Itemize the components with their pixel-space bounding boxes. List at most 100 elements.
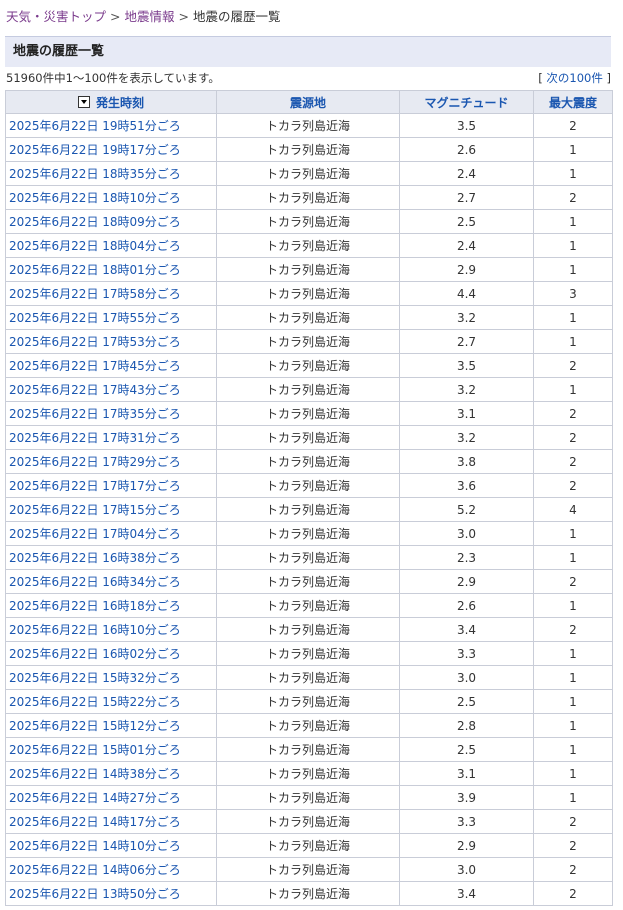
table-row: 2025年6月22日 17時58分ごろ トカラ列島近海 4.4 3 [5,281,613,306]
cell-magnitude: 2.6 [399,137,534,162]
table-row: 2025年6月22日 13時50分ごろ トカラ列島近海 3.4 2 [5,881,613,906]
earthquake-time-link[interactable]: 2025年6月22日 17時35分ごろ [9,407,181,421]
table-row: 2025年6月22日 17時55分ごろ トカラ列島近海 3.2 1 [5,305,613,330]
earthquake-time-link[interactable]: 2025年6月22日 17時45分ごろ [9,359,181,373]
earthquake-time-link[interactable]: 2025年6月22日 14時06分ごろ [9,863,181,877]
column-header-epicenter[interactable]: 震源地 [216,90,400,114]
sort-down-icon[interactable] [77,95,90,108]
cell-time: 2025年6月22日 18時35分ごろ [5,161,217,186]
cell-epicenter: トカラ列島近海 [216,785,400,810]
cell-intensity: 1 [533,593,613,618]
cell-epicenter: トカラ列島近海 [216,665,400,690]
cell-magnitude: 2.7 [399,329,534,354]
earthquake-time-link[interactable]: 2025年6月22日 18時35分ごろ [9,167,181,181]
cell-intensity: 1 [533,377,613,402]
cell-magnitude: 3.9 [399,785,534,810]
cell-intensity: 1 [533,737,613,762]
earthquake-time-link[interactable]: 2025年6月22日 14時38分ごろ [9,767,181,781]
cell-intensity: 1 [533,233,613,258]
cell-magnitude: 3.4 [399,617,534,642]
cell-epicenter: トカラ列島近海 [216,425,400,450]
earthquake-time-link[interactable]: 2025年6月22日 17時29分ごろ [9,455,181,469]
breadcrumb-current: 地震の履歴一覧 [193,9,281,24]
next-page-link[interactable]: 次の100件 [546,71,602,85]
cell-epicenter: トカラ列島近海 [216,377,400,402]
cell-epicenter: トカラ列島近海 [216,449,400,474]
earthquake-time-link[interactable]: 2025年6月22日 15時22分ごろ [9,695,181,709]
cell-time: 2025年6月22日 17時58分ごろ [5,281,217,306]
earthquake-time-link[interactable]: 2025年6月22日 15時01分ごろ [9,743,181,757]
cell-epicenter: トカラ列島近海 [216,809,400,834]
table-row: 2025年6月22日 17時04分ごろ トカラ列島近海 3.0 1 [5,521,613,546]
earthquake-time-link[interactable]: 2025年6月22日 14時17分ごろ [9,815,181,829]
earthquake-time-link[interactable]: 2025年6月22日 14時10分ごろ [9,839,181,853]
cell-epicenter: トカラ列島近海 [216,353,400,378]
cell-time: 2025年6月22日 15時12分ごろ [5,713,217,738]
earthquake-time-link[interactable]: 2025年6月22日 17時58分ごろ [9,287,181,301]
table-row: 2025年6月22日 16時38分ごろ トカラ列島近海 2.3 1 [5,545,613,570]
earthquake-time-link[interactable]: 2025年6月22日 18時04分ごろ [9,239,181,253]
cell-intensity: 1 [533,665,613,690]
cell-magnitude: 3.0 [399,857,534,882]
earthquake-time-link[interactable]: 2025年6月22日 17時55分ごろ [9,311,181,325]
earthquake-time-link[interactable]: 2025年6月22日 17時17分ごろ [9,479,181,493]
cell-epicenter: トカラ列島近海 [216,593,400,618]
cell-time: 2025年6月22日 17時15分ごろ [5,497,217,522]
cell-intensity: 2 [533,425,613,450]
cell-time: 2025年6月22日 16時38分ごろ [5,545,217,570]
cell-time: 2025年6月22日 17時17分ごろ [5,473,217,498]
column-header-time-label: 発生時刻 [95,95,144,110]
earthquake-time-link[interactable]: 2025年6月22日 17時31分ごろ [9,431,181,445]
cell-time: 2025年6月22日 14時06分ごろ [5,857,217,882]
earthquake-time-link[interactable]: 2025年6月22日 16時02分ごろ [9,647,181,661]
table-row: 2025年6月22日 14時06分ごろ トカラ列島近海 3.0 2 [5,857,613,882]
table-row: 2025年6月22日 17時35分ごろ トカラ列島近海 3.1 2 [5,401,613,426]
earthquake-time-link[interactable]: 2025年6月22日 15時12分ごろ [9,719,181,733]
table-row: 2025年6月22日 19時51分ごろ トカラ列島近海 3.5 2 [5,113,613,138]
table-row: 2025年6月22日 16時34分ごろ トカラ列島近海 2.9 2 [5,569,613,594]
column-header-time[interactable]: 発生時刻 [5,90,217,114]
cell-time: 2025年6月22日 17時55分ごろ [5,305,217,330]
earthquake-time-link[interactable]: 2025年6月22日 15時32分ごろ [9,671,181,685]
earthquake-time-link[interactable]: 2025年6月22日 17時43分ごろ [9,383,181,397]
earthquake-time-link[interactable]: 2025年6月22日 14時27分ごろ [9,791,181,805]
table-row: 2025年6月22日 14時27分ごろ トカラ列島近海 3.9 1 [5,785,613,810]
earthquake-time-link[interactable]: 2025年6月22日 16時10分ごろ [9,623,181,637]
cell-magnitude: 2.6 [399,593,534,618]
cell-intensity: 1 [533,257,613,282]
cell-time: 2025年6月22日 18時01分ごろ [5,257,217,282]
table-row: 2025年6月22日 17時29分ごろ トカラ列島近海 3.8 2 [5,449,613,474]
cell-magnitude: 2.5 [399,209,534,234]
cell-magnitude: 3.0 [399,521,534,546]
earthquake-time-link[interactable]: 2025年6月22日 16時18分ごろ [9,599,181,613]
earthquake-time-link[interactable]: 2025年6月22日 18時01分ごろ [9,263,181,277]
breadcrumb-link-weather-top[interactable]: 天気・災害トップ [6,9,106,24]
earthquake-time-link[interactable]: 2025年6月22日 17時04分ごろ [9,527,181,541]
table-row: 2025年6月22日 16時02分ごろ トカラ列島近海 3.3 1 [5,641,613,666]
earthquake-time-link[interactable]: 2025年6月22日 18時09分ごろ [9,215,181,229]
table-row: 2025年6月22日 17時31分ごろ トカラ列島近海 3.2 2 [5,425,613,450]
earthquake-table: 発生時刻 震源地 マグニチュード 最大震度 2025年6月22日 19時51分ご… [5,90,613,906]
earthquake-time-link[interactable]: 2025年6月22日 19時51分ごろ [9,119,181,133]
earthquake-time-link[interactable]: 2025年6月22日 19時17分ごろ [9,143,181,157]
cell-epicenter: トカラ列島近海 [216,545,400,570]
column-header-intensity[interactable]: 最大震度 [533,90,613,114]
cell-magnitude: 2.8 [399,713,534,738]
cell-epicenter: トカラ列島近海 [216,737,400,762]
earthquake-time-link[interactable]: 2025年6月22日 17時53分ごろ [9,335,181,349]
earthquake-time-link[interactable]: 2025年6月22日 16時38分ごろ [9,551,181,565]
earthquake-time-link[interactable]: 2025年6月22日 13時50分ごろ [9,887,181,901]
cell-intensity: 1 [533,161,613,186]
breadcrumb-separator: > [110,9,121,24]
page-title: 地震の履歴一覧 [5,36,611,67]
earthquake-time-link[interactable]: 2025年6月22日 18時10分ごろ [9,191,181,205]
cell-intensity: 1 [533,785,613,810]
breadcrumb-link-earthquake-info[interactable]: 地震情報 [125,9,175,24]
column-header-magnitude[interactable]: マグニチュード [399,90,534,114]
cell-intensity: 2 [533,857,613,882]
cell-time: 2025年6月22日 18時04分ごろ [5,233,217,258]
cell-magnitude: 3.5 [399,113,534,138]
cell-time: 2025年6月22日 19時17分ごろ [5,137,217,162]
earthquake-time-link[interactable]: 2025年6月22日 16時34分ごろ [9,575,181,589]
earthquake-time-link[interactable]: 2025年6月22日 17時15分ごろ [9,503,181,517]
